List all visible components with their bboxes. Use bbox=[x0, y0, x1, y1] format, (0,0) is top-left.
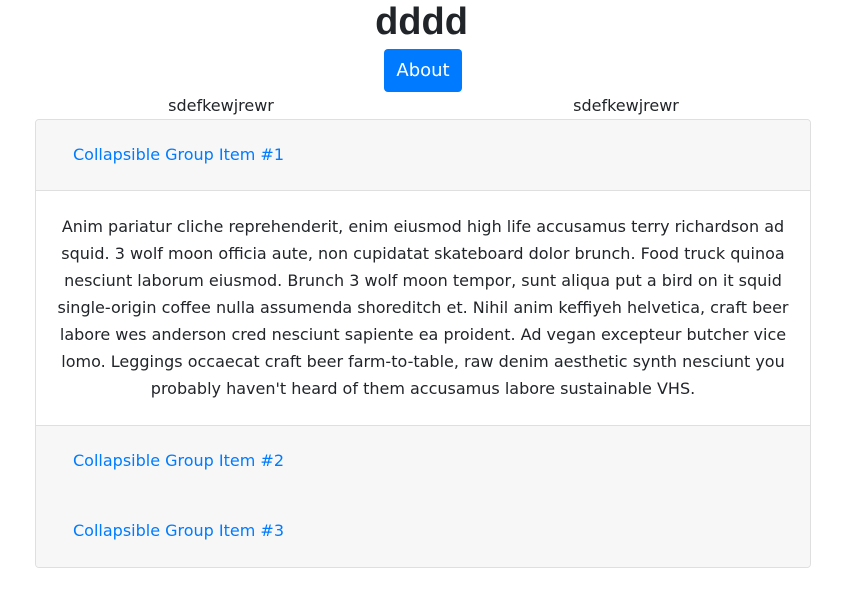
accordion-body-text: Anim pariatur cliche reprehenderit, enim… bbox=[57, 217, 789, 398]
accordion-header-item-1[interactable]: Collapsible Group Item #1 bbox=[36, 120, 810, 191]
right-column-text: sdefkewjrewr bbox=[573, 96, 679, 115]
left-column-text: sdefkewjrewr bbox=[168, 96, 274, 115]
about-button[interactable]: About bbox=[384, 49, 462, 92]
accordion-header-item-2[interactable]: Collapsible Group Item #2 bbox=[36, 425, 810, 497]
accordion-toggle-item-2[interactable]: Collapsible Group Item #2 bbox=[73, 426, 284, 496]
accordion-body-item-1: Anim pariatur cliche reprehenderit, enim… bbox=[36, 191, 810, 425]
accordion-toggle-item-1[interactable]: Collapsible Group Item #1 bbox=[73, 120, 284, 190]
page: dddd About sdefkewjrewr sdefkewjrewr Col… bbox=[0, 0, 843, 613]
accordion-header-item-3[interactable]: Collapsible Group Item #3 bbox=[36, 496, 810, 567]
page-title: dddd bbox=[375, 1, 468, 43]
accordion: Collapsible Group Item #1 Anim pariatur … bbox=[35, 119, 811, 568]
accordion-toggle-item-3[interactable]: Collapsible Group Item #3 bbox=[73, 496, 284, 566]
